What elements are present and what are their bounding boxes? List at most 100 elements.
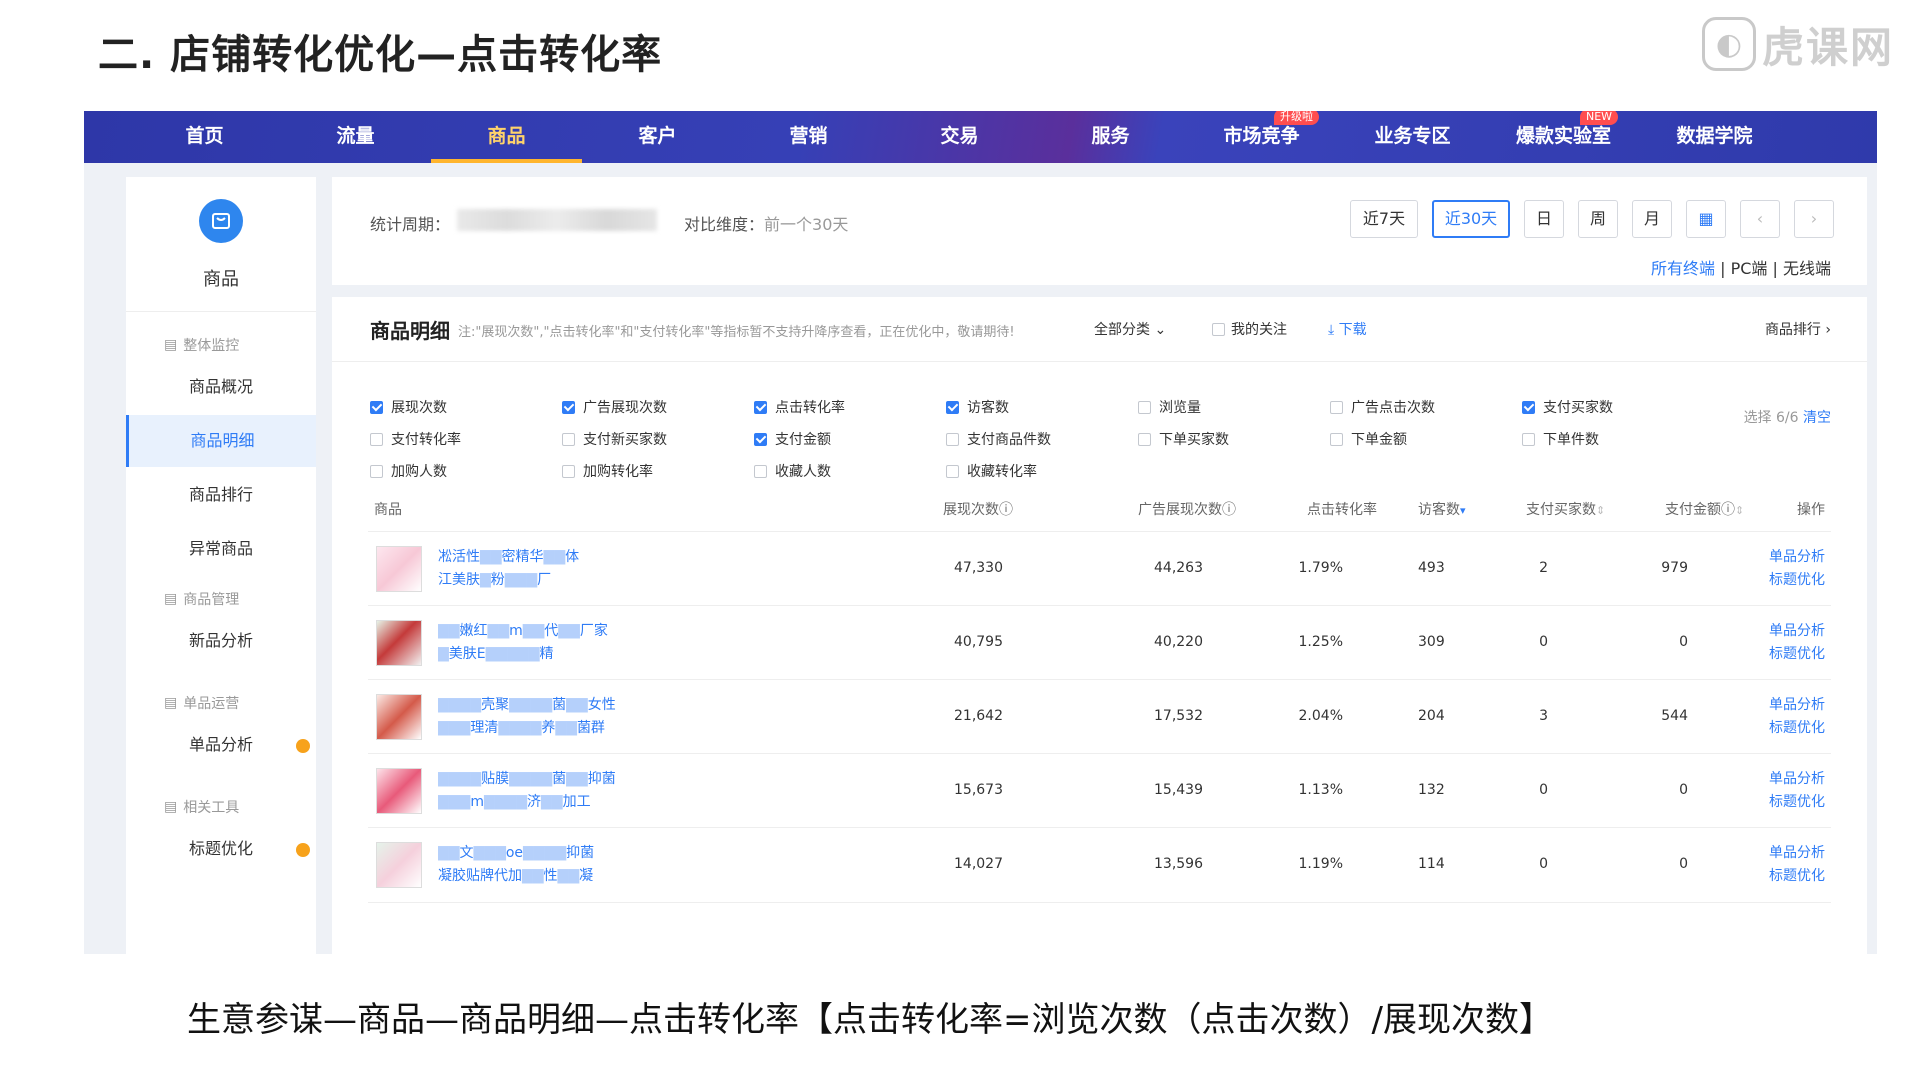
download-link[interactable]: ⤓ 下载 — [1328, 319, 1367, 339]
screenshot-window: 首页 流量 商品 客户 营销 交易 服务 市场竞争 升级啦 业务专区 爆款实验室… — [84, 111, 1877, 954]
nav-customer[interactable]: 客户 — [582, 111, 733, 163]
checkbox[interactable] — [754, 432, 767, 446]
category-select[interactable]: 全部分类 ⌄ — [1094, 319, 1166, 339]
metric-label: 广告展现次数 — [583, 400, 667, 416]
metric-new-buyers[interactable]: 支付新买家数 — [562, 429, 667, 449]
title-opt-link[interactable]: 标题优化 — [1769, 865, 1825, 888]
metric-pageviews[interactable]: 浏览量 — [1138, 397, 1201, 417]
btn-7days[interactable]: 近7天 — [1350, 200, 1418, 238]
checkbox[interactable] — [946, 432, 959, 446]
nav-trade[interactable]: 交易 — [884, 111, 1035, 163]
nav-product[interactable]: 商品 — [431, 111, 582, 163]
product-thumbnail[interactable] — [376, 620, 422, 666]
product-thumbnail[interactable] — [376, 768, 422, 814]
terminal-wireless[interactable]: 无线端 — [1783, 259, 1831, 278]
title-opt-link[interactable]: 标题优化 — [1769, 569, 1825, 592]
checkbox[interactable] — [370, 400, 383, 414]
metric-ad-impressions[interactable]: 广告展现次数 — [562, 397, 667, 417]
metric-pay-rate[interactable]: 支付转化率 — [370, 429, 461, 449]
ranking-link[interactable]: 商品排行 › — [1765, 319, 1831, 339]
cell-ad-impressions: 44,263 — [1154, 560, 1203, 576]
checkbox[interactable] — [1212, 322, 1225, 336]
checkbox[interactable] — [1330, 400, 1343, 414]
sidebar-item-new-analysis[interactable]: 新品分析 — [126, 615, 316, 667]
col-ad-impressions[interactable]: 广告展现次数ⓘ — [1138, 499, 1236, 519]
product-name-blurred[interactable]: ▇▇▇▇壳聚▇▇▇▇菌▇▇女性 ▇▇▇理清▇▇▇▇养▇▇菌群 — [438, 694, 638, 740]
checkbox[interactable] — [1138, 432, 1151, 446]
title-opt-link[interactable]: 标题优化 — [1769, 791, 1825, 814]
col-impressions[interactable]: 展现次数ⓘ — [943, 499, 1013, 519]
product-thumbnail[interactable] — [376, 546, 422, 592]
chevron-left-icon[interactable]: ‹ — [1740, 200, 1780, 238]
nav-home[interactable]: 首页 — [129, 111, 280, 163]
follow-checkbox[interactable]: 我的关注 — [1212, 319, 1287, 339]
nav-marketing[interactable]: 营销 — [733, 111, 884, 163]
metric-fav-users[interactable]: 收藏人数 — [754, 461, 831, 481]
checkbox[interactable] — [754, 464, 767, 478]
title-opt-link[interactable]: 标题优化 — [1769, 643, 1825, 666]
checkbox[interactable] — [370, 464, 383, 478]
nav-service[interactable]: 服务 — [1035, 111, 1186, 163]
sidebar-item-title-opt[interactable]: 标题优化 — [126, 823, 316, 875]
checkbox[interactable] — [1330, 432, 1343, 446]
metric-pay-amount[interactable]: 支付金额 — [754, 429, 831, 449]
product-app-icon[interactable] — [199, 199, 243, 243]
clear-link[interactable]: 清空 — [1803, 410, 1831, 426]
checkbox[interactable] — [946, 464, 959, 478]
single-analysis-link[interactable]: 单品分析 — [1769, 842, 1825, 865]
metric-ad-clicks[interactable]: 广告点击次数 — [1330, 397, 1435, 417]
terminal-pc[interactable]: PC端 — [1731, 259, 1768, 278]
metric-impressions[interactable]: 展现次数 — [370, 397, 447, 417]
title-opt-link[interactable]: 标题优化 — [1769, 717, 1825, 740]
metric-order-amount[interactable]: 下单金额 — [1330, 429, 1407, 449]
checkbox[interactable] — [1138, 400, 1151, 414]
sidebar-item-overview[interactable]: 商品概况 — [126, 361, 316, 413]
single-analysis-link[interactable]: 单品分析 — [1769, 768, 1825, 791]
checkbox[interactable] — [1522, 400, 1535, 414]
checkbox[interactable] — [946, 400, 959, 414]
metric-order-buyers[interactable]: 下单买家数 — [1138, 429, 1229, 449]
col-pay-buyers[interactable]: 支付买家数⇕ — [1526, 499, 1605, 519]
product-name-blurred[interactable]: ▇▇▇▇贴膜▇▇▇▇菌▇▇抑菌 ▇▇▇m▇▇▇▇济▇▇加工 — [438, 768, 638, 814]
product-name-blurred[interactable]: 凇活性▇▇密精华▇▇体 江美肤▇粉▇▇▇厂 — [438, 546, 638, 592]
product-name-blurred[interactable]: ▇▇文▇▇▇oe▇▇▇▇抑菌 凝胶贴牌代加▇▇性▇▇凝 — [438, 842, 638, 888]
btn-week[interactable]: 周 — [1578, 200, 1618, 238]
chevron-right-icon[interactable]: › — [1794, 200, 1834, 238]
single-analysis-link[interactable]: 单品分析 — [1769, 620, 1825, 643]
metric-order-items[interactable]: 下单件数 — [1522, 429, 1599, 449]
product-thumbnail[interactable] — [376, 694, 422, 740]
sidebar-item-ranking[interactable]: 商品排行 — [126, 469, 316, 521]
checkbox[interactable] — [562, 432, 575, 446]
single-analysis-link[interactable]: 单品分析 — [1769, 546, 1825, 569]
sidebar-item-abnormal[interactable]: 异常商品 — [126, 523, 316, 575]
btn-month[interactable]: 月 — [1632, 200, 1672, 238]
terminal-all[interactable]: 所有终端 — [1651, 259, 1715, 278]
nav-business-zone[interactable]: 业务专区 — [1337, 111, 1488, 163]
metric-cart-users[interactable]: 加购人数 — [370, 461, 447, 481]
product-name-blurred[interactable]: ▇▇嫩红▇▇m▇▇代▇▇厂家 ▇美肤E▇▇▇▇▇精 — [438, 620, 638, 666]
nav-market-competition[interactable]: 市场竞争 升级啦 — [1186, 111, 1337, 163]
calendar-icon[interactable]: ▦ — [1686, 200, 1726, 238]
sidebar-item-detail[interactable]: 商品明细 — [126, 415, 316, 467]
checkbox[interactable] — [562, 464, 575, 478]
metric-fav-rate[interactable]: 收藏转化率 — [946, 461, 1037, 481]
nav-hot-lab[interactable]: 爆款实验室 NEW — [1488, 111, 1639, 163]
product-thumbnail[interactable] — [376, 842, 422, 888]
metric-ctr[interactable]: 点击转化率 — [754, 397, 845, 417]
checkbox[interactable] — [1522, 432, 1535, 446]
nav-data-academy[interactable]: 数据学院 — [1639, 111, 1790, 163]
single-analysis-link[interactable]: 单品分析 — [1769, 694, 1825, 717]
col-visitors[interactable]: 访客数▾ — [1418, 499, 1466, 519]
nav-traffic[interactable]: 流量 — [280, 111, 431, 163]
checkbox[interactable] — [562, 400, 575, 414]
metric-pay-items[interactable]: 支付商品件数 — [946, 429, 1051, 449]
metric-visitors[interactable]: 访客数 — [946, 397, 1009, 417]
checkbox[interactable] — [370, 432, 383, 446]
metric-cart-rate[interactable]: 加购转化率 — [562, 461, 653, 481]
checkbox[interactable] — [754, 400, 767, 414]
col-pay-amount[interactable]: 支付金额ⓘ⇕ — [1665, 499, 1744, 519]
metric-pay-buyers[interactable]: 支付买家数 — [1522, 397, 1613, 417]
btn-day[interactable]: 日 — [1524, 200, 1564, 238]
sidebar-item-single-analysis[interactable]: 单品分析 — [126, 719, 316, 771]
btn-30days[interactable]: 近30天 — [1432, 200, 1510, 238]
